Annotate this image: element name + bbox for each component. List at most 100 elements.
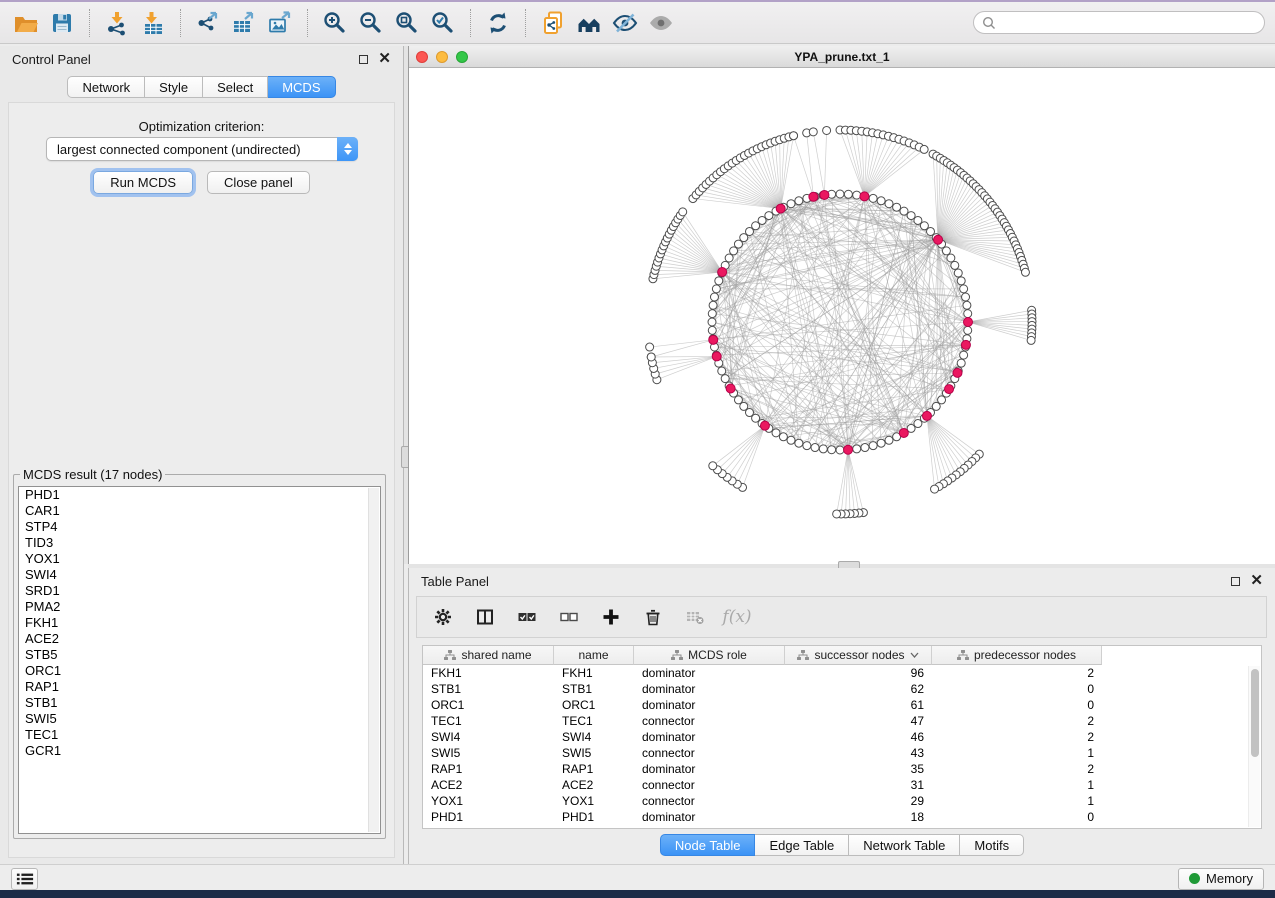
network-node[interactable] [734, 396, 742, 404]
network-node[interactable] [957, 359, 965, 367]
mcds-result-item[interactable]: YOX1 [19, 551, 380, 567]
network-node[interactable] [710, 293, 718, 301]
network-node[interactable] [779, 433, 787, 441]
network-node[interactable] [869, 194, 877, 202]
network-node[interactable] [795, 197, 803, 205]
table-row[interactable]: STB1STB1dominator620 [423, 681, 1261, 697]
zoom-in-icon[interactable] [320, 9, 350, 37]
mcds-hub-node[interactable] [776, 204, 785, 213]
export-table-icon[interactable] [229, 9, 259, 37]
column-header-name[interactable]: name [554, 646, 634, 665]
network-node[interactable] [844, 190, 852, 198]
select-all-icon[interactable] [515, 606, 539, 628]
network-node[interactable] [795, 439, 803, 447]
network-node[interactable] [758, 216, 766, 224]
network-node[interactable] [877, 439, 885, 447]
show-columns-icon[interactable] [473, 606, 497, 628]
network-node[interactable] [819, 445, 827, 453]
network-node[interactable] [963, 301, 971, 309]
close-panel-button[interactable]: Close panel [207, 171, 310, 194]
network-node[interactable] [712, 285, 720, 293]
network-node[interactable] [823, 126, 831, 134]
delete-column-icon[interactable] [641, 606, 665, 628]
network-node[interactable] [964, 326, 972, 334]
mcds-hub-node[interactable] [953, 368, 962, 377]
network-node[interactable] [869, 442, 877, 450]
network-node[interactable] [787, 200, 795, 208]
mcds-result-item[interactable]: SRD1 [19, 583, 380, 599]
network-node[interactable] [962, 293, 970, 301]
mcds-hub-node[interactable] [718, 267, 727, 276]
network-node[interactable] [1021, 268, 1029, 276]
mcds-result-item[interactable]: SWI5 [19, 711, 380, 727]
zoom-fit-icon[interactable] [392, 9, 422, 37]
network-node[interactable] [914, 420, 922, 428]
column-header-successor-nodes[interactable]: successor nodes [785, 646, 932, 665]
network-node[interactable] [725, 254, 733, 262]
network-node[interactable] [803, 442, 811, 450]
mcds-result-list[interactable]: PHD1CAR1STP4TID3YOX1SWI4SRD1PMA2FKH1ACE2… [18, 486, 381, 834]
show-all-icon[interactable] [646, 9, 676, 37]
export-network-icon[interactable] [193, 9, 223, 37]
table-row[interactable]: ORC1ORC1dominator610 [423, 697, 1261, 713]
tab-network[interactable]: Network [67, 76, 145, 98]
create-column-icon[interactable] [599, 606, 623, 628]
mcds-result-item[interactable]: ORC1 [19, 663, 380, 679]
mcds-result-item[interactable]: PMA2 [19, 599, 380, 615]
network-node[interactable] [833, 510, 841, 518]
mcds-hub-node[interactable] [964, 318, 973, 327]
open-session-icon[interactable] [11, 9, 41, 37]
table-row[interactable]: SWI4SWI4dominator462 [423, 729, 1261, 745]
mcds-result-item[interactable]: STP4 [19, 519, 380, 535]
network-node[interactable] [765, 212, 773, 220]
network-node[interactable] [942, 247, 950, 255]
mcds-hub-node[interactable] [922, 411, 931, 420]
network-node[interactable] [877, 197, 885, 205]
mcds-result-item[interactable]: STB1 [19, 695, 380, 711]
mcds-hub-node[interactable] [961, 340, 970, 349]
network-node[interactable] [885, 200, 893, 208]
mcds-result-item[interactable]: FKH1 [19, 615, 380, 631]
mcds-result-item[interactable]: SWI4 [19, 567, 380, 583]
table-tab-network-table[interactable]: Network Table [849, 834, 960, 856]
column-header-predecessor-nodes[interactable]: predecessor nodes [932, 646, 1102, 665]
table-tab-edge-table[interactable]: Edge Table [755, 834, 849, 856]
network-node[interactable] [947, 254, 955, 262]
network-node[interactable] [811, 444, 819, 452]
table-tab-node-table[interactable]: Node Table [660, 834, 756, 856]
network-node[interactable] [893, 203, 901, 211]
table-row[interactable]: SWI5SWI5connector431 [423, 745, 1261, 761]
tab-style[interactable]: Style [145, 76, 203, 98]
network-node[interactable] [954, 269, 962, 277]
network-node[interactable] [721, 375, 729, 383]
network-node[interactable] [787, 436, 795, 444]
import-table-icon[interactable] [138, 9, 168, 37]
network-node[interactable] [772, 429, 780, 437]
network-node[interactable] [708, 318, 716, 326]
table-row[interactable]: TEC1TEC1connector472 [423, 713, 1261, 729]
float-table-panel-icon[interactable] [1231, 577, 1240, 586]
network-node[interactable] [718, 367, 726, 375]
network-node[interactable] [709, 462, 717, 470]
deselect-all-icon[interactable] [557, 606, 581, 628]
mcds-hub-node[interactable] [760, 421, 769, 430]
mcds-hub-node[interactable] [820, 190, 829, 199]
mcds-result-item[interactable]: GCR1 [19, 743, 380, 759]
mcds-hub-node[interactable] [860, 192, 869, 201]
table-scrollbar-thumb[interactable] [1251, 669, 1259, 757]
mcds-list-scrollbar[interactable] [368, 488, 379, 832]
mcds-result-item[interactable]: RAP1 [19, 679, 380, 695]
network-node[interactable] [679, 208, 687, 216]
mcds-hub-node[interactable] [934, 235, 943, 244]
hide-selected-icon[interactable] [610, 9, 640, 37]
network-node[interactable] [957, 277, 965, 285]
clone-network-icon[interactable] [538, 9, 568, 37]
network-node[interactable] [960, 285, 968, 293]
mcds-result-item[interactable]: TEC1 [19, 727, 380, 743]
network-node[interactable] [907, 212, 915, 220]
table-row[interactable]: YOX1YOX1connector291 [423, 793, 1261, 809]
mcds-hub-node[interactable] [809, 192, 818, 201]
close-panel-icon[interactable]: ✕ [378, 54, 391, 64]
mcds-result-item[interactable]: TID3 [19, 535, 380, 551]
mcds-hub-node[interactable] [844, 445, 853, 454]
